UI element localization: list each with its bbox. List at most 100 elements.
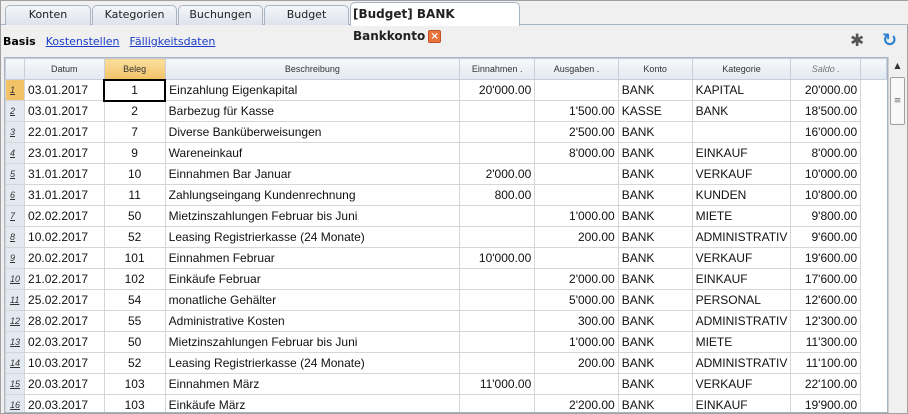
tab-buchungen[interactable]: Buchungen bbox=[178, 5, 263, 25]
balance-cell[interactable]: 20'000.00 bbox=[790, 79, 862, 101]
table-row[interactable]: 16 20.03.2017 103 Einkäufe März 2'200.00 BANK… bbox=[5, 394, 887, 412]
account-cell[interactable]: BANK bbox=[617, 226, 693, 248]
beleg-cell[interactable]: 2 bbox=[103, 100, 166, 122]
category-cell[interactable]: ADMINISTRATIV bbox=[691, 310, 792, 332]
expense-cell[interactable]: 1'000.00 bbox=[534, 331, 619, 353]
table-row[interactable]: 11 25.02.2017 54 monatliche Gehälter 5'000.0… bbox=[5, 289, 887, 311]
beleg-cell[interactable]: 52 bbox=[103, 226, 166, 248]
tab-budget-bank[interactable]: [Budget] BANK Bankkonto × bbox=[350, 2, 520, 43]
description-cell[interactable]: Administrative Kosten bbox=[164, 310, 461, 332]
tab-konten[interactable]: Konten bbox=[5, 5, 91, 25]
description-cell[interactable]: monatliche Gehälter bbox=[164, 289, 461, 311]
income-cell[interactable] bbox=[459, 121, 536, 143]
balance-cell[interactable]: 19'900.00 bbox=[790, 394, 862, 412]
beleg-cell[interactable]: 1 bbox=[103, 78, 167, 102]
table-row[interactable]: 9 20.02.2017 101 Einnahmen Februar 10'000.00… bbox=[5, 247, 887, 269]
table-row[interactable]: 8 10.02.2017 52 Leasing Registrierkasse (24… bbox=[5, 226, 887, 248]
date-cell[interactable]: 31.01.2017 bbox=[24, 184, 105, 206]
beleg-cell[interactable]: 52 bbox=[103, 352, 166, 374]
beleg-cell[interactable]: 103 bbox=[103, 373, 166, 395]
expense-cell[interactable]: 1'000.00 bbox=[534, 205, 619, 227]
description-cell[interactable]: Diverse Banküberweisungen bbox=[164, 121, 461, 143]
expense-cell[interactable] bbox=[534, 247, 619, 269]
category-cell[interactable]: VERKAUF bbox=[691, 247, 792, 269]
income-cell[interactable] bbox=[459, 100, 536, 122]
column-header-einnahmen[interactable]: Einnahmen . bbox=[459, 58, 536, 80]
column-header-kategorie[interactable]: Kategorie bbox=[691, 58, 792, 80]
scroll-up-icon[interactable]: ▲ bbox=[889, 57, 906, 75]
income-cell[interactable] bbox=[459, 331, 536, 353]
income-cell[interactable] bbox=[459, 142, 536, 164]
category-cell[interactable]: PERSONAL bbox=[691, 289, 792, 311]
table-row[interactable]: 10 21.02.2017 102 Einkäufe Februar 2'000.00 B… bbox=[5, 268, 887, 290]
balance-cell[interactable]: 10'800.00 bbox=[790, 184, 862, 206]
column-header-ausgaben[interactable]: Ausgaben . bbox=[534, 58, 619, 80]
balance-cell[interactable]: 12'300.00 bbox=[790, 310, 862, 332]
beleg-cell[interactable]: 103 bbox=[103, 394, 166, 412]
balance-cell[interactable]: 18'500.00 bbox=[790, 100, 862, 122]
table-row[interactable]: 13 02.03.2017 50 Mietzinszahlungen Februar … bbox=[5, 331, 887, 353]
beleg-cell[interactable]: 54 bbox=[103, 289, 166, 311]
row-number[interactable]: 15 bbox=[5, 373, 26, 395]
date-cell[interactable]: 23.01.2017 bbox=[24, 142, 105, 164]
expense-cell[interactable] bbox=[534, 184, 619, 206]
account-cell[interactable]: BANK bbox=[617, 184, 693, 206]
date-cell[interactable]: 10.03.2017 bbox=[24, 352, 105, 374]
income-cell[interactable] bbox=[459, 268, 536, 290]
beleg-cell[interactable]: 10 bbox=[103, 163, 166, 185]
table-row[interactable]: 1 03.01.2017 1 Einzahlung Eigenkapital 20'00… bbox=[5, 78, 887, 102]
column-header-konto[interactable]: Konto bbox=[617, 58, 693, 80]
date-cell[interactable]: 02.02.2017 bbox=[24, 205, 105, 227]
row-number[interactable]: 7 bbox=[5, 205, 26, 227]
account-cell[interactable]: BANK bbox=[617, 79, 693, 101]
column-header-beschreibung[interactable]: Beschreibung bbox=[164, 58, 461, 80]
date-cell[interactable]: 20.03.2017 bbox=[24, 373, 105, 395]
description-cell[interactable]: Zahlungseingang Kundenrechnung bbox=[164, 184, 461, 206]
account-cell[interactable]: BANK bbox=[617, 310, 693, 332]
row-number[interactable]: 6 bbox=[5, 184, 26, 206]
description-cell[interactable]: Einnahmen Bar Januar bbox=[164, 163, 461, 185]
row-number[interactable]: 2 bbox=[5, 100, 26, 122]
date-cell[interactable]: 28.02.2017 bbox=[24, 310, 105, 332]
date-cell[interactable]: 22.01.2017 bbox=[24, 121, 105, 143]
balance-cell[interactable]: 12'600.00 bbox=[790, 289, 862, 311]
scrollbar-thumb[interactable]: ≡ bbox=[890, 77, 905, 125]
balance-cell[interactable]: 9'600.00 bbox=[790, 226, 862, 248]
description-cell[interactable]: Einnahmen Februar bbox=[164, 247, 461, 269]
table-row[interactable]: 15 20.03.2017 103 Einnahmen März 11'000.00 BA… bbox=[5, 373, 887, 395]
description-cell[interactable]: Leasing Registrierkasse (24 Monate) bbox=[164, 226, 461, 248]
date-cell[interactable]: 02.03.2017 bbox=[24, 331, 105, 353]
beleg-cell[interactable]: 11 bbox=[103, 184, 166, 206]
date-cell[interactable]: 20.03.2017 bbox=[24, 394, 105, 412]
beleg-cell[interactable]: 7 bbox=[103, 121, 166, 143]
account-cell[interactable]: BANK bbox=[617, 331, 693, 353]
table-row[interactable]: 5 31.01.2017 10 Einnahmen Bar Januar 2'000.0… bbox=[5, 163, 887, 185]
row-number[interactable]: 13 bbox=[5, 331, 26, 353]
table-row[interactable]: 6 31.01.2017 11 Zahlungseingang Kundenrechn… bbox=[5, 184, 887, 206]
income-cell[interactable] bbox=[459, 394, 536, 412]
row-number[interactable]: 3 bbox=[5, 121, 26, 143]
date-cell[interactable]: 10.02.2017 bbox=[24, 226, 105, 248]
row-number[interactable]: 4 bbox=[5, 142, 26, 164]
balance-cell[interactable]: 11'100.00 bbox=[790, 352, 862, 374]
row-number[interactable]: 9 bbox=[5, 247, 26, 269]
balance-cell[interactable]: 22'100.00 bbox=[790, 373, 862, 395]
category-cell[interactable]: KUNDEN bbox=[691, 184, 792, 206]
balance-cell[interactable]: 10'000.00 bbox=[790, 163, 862, 185]
date-cell[interactable]: 03.01.2017 bbox=[24, 79, 105, 101]
column-header-beleg[interactable]: Beleg bbox=[103, 58, 166, 80]
description-cell[interactable]: Einkäufe März bbox=[164, 394, 461, 412]
category-cell[interactable]: BANK bbox=[691, 100, 792, 122]
tab-budget[interactable]: Budget bbox=[264, 5, 349, 25]
expense-cell[interactable] bbox=[534, 373, 619, 395]
beleg-cell[interactable]: 50 bbox=[103, 331, 166, 353]
category-cell[interactable]: EINKAUF bbox=[691, 268, 792, 290]
description-cell[interactable]: Barbezug für Kasse bbox=[164, 100, 461, 122]
account-cell[interactable]: BANK bbox=[617, 352, 693, 374]
income-cell[interactable] bbox=[459, 226, 536, 248]
income-cell[interactable]: 11'000.00 bbox=[459, 373, 536, 395]
beleg-cell[interactable]: 55 bbox=[103, 310, 166, 332]
income-cell[interactable] bbox=[459, 352, 536, 374]
row-number[interactable]: 1 bbox=[5, 79, 26, 101]
date-cell[interactable]: 21.02.2017 bbox=[24, 268, 105, 290]
